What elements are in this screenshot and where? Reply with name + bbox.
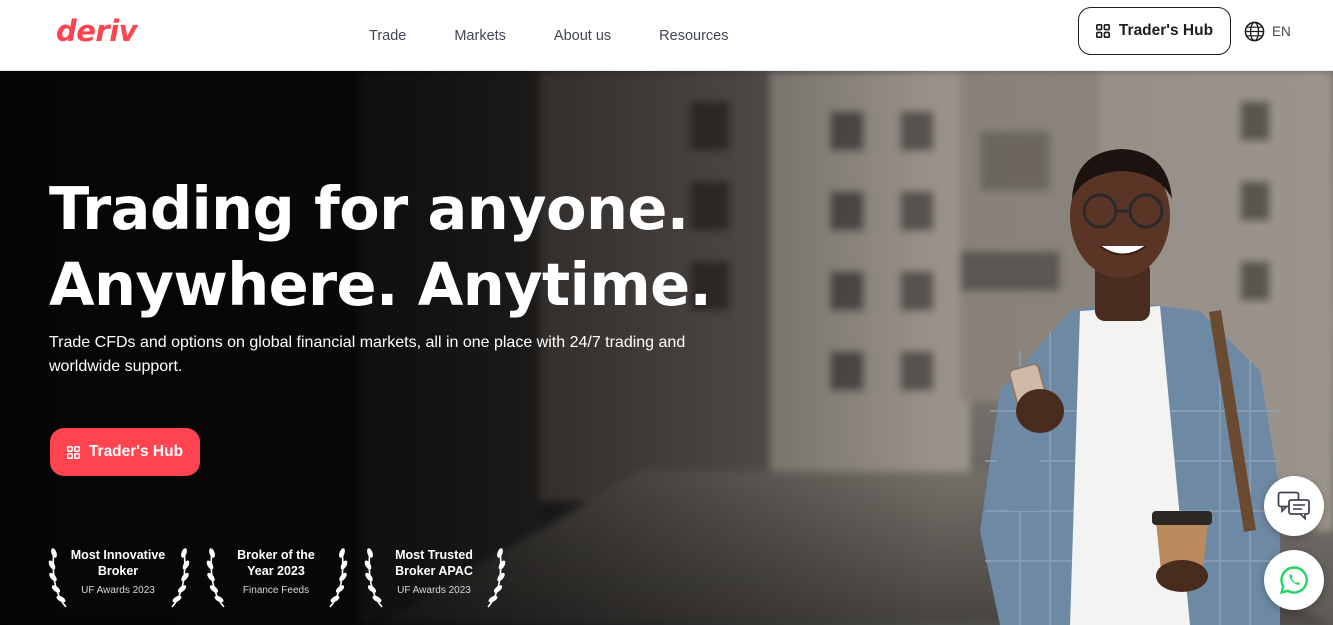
hero-subtitle: Trade CFDs and options on global financi… (49, 334, 686, 375)
hero-section: Trading for anyone. Anywhere. Anytime. T… (0, 71, 1333, 625)
live-chat-button[interactable] (1264, 476, 1324, 536)
grid-icon (1095, 24, 1110, 38)
main-nav: Trade Markets About us Resources (369, 0, 776, 71)
award-badge: Most Trusted Broker APAC UF Awards 2023 (364, 537, 506, 609)
award-title: Broker of the Year 2023 (237, 548, 315, 578)
language-code: EN (1272, 24, 1291, 39)
laurel-right-icon (487, 548, 506, 608)
award-source: UF Awards 2023 (81, 585, 155, 596)
award-badge: Broker of the Year 2023 Finance Feeds (206, 537, 348, 609)
traders-hub-cta-button[interactable]: Trader's Hub (50, 428, 200, 476)
nav-resources[interactable]: Resources (659, 28, 728, 44)
traders-hub-header-button[interactable]: Trader's Hub (1078, 7, 1231, 55)
hero-person-illustration (960, 111, 1300, 625)
globe-icon (1244, 21, 1265, 42)
award-badge: Most Innovative Broker UF Awards 2023 (48, 537, 190, 609)
hero-title-line-2: Anywhere. Anytime. (49, 250, 712, 319)
award-title: Most Trusted Broker APAC (395, 548, 473, 578)
laurel-left-icon (206, 548, 225, 608)
award-title: Most Innovative Broker (70, 548, 166, 578)
award-source: Finance Feeds (242, 585, 310, 596)
hero-title-line-1: Trading for anyone. (49, 174, 689, 243)
site-header: deriv Trade Markets About us Resources T… (0, 0, 1333, 71)
grid-icon (66, 445, 80, 459)
nav-trade[interactable]: Trade (369, 28, 406, 44)
traders-hub-cta-label: Trader's Hub (88, 443, 184, 460)
nav-markets[interactable]: Markets (454, 28, 506, 44)
laurel-right-icon (171, 548, 190, 608)
whatsapp-icon (1279, 566, 1308, 595)
laurel-left-icon (364, 548, 383, 608)
chat-icon (1277, 491, 1310, 521)
deriv-logo[interactable]: deriv (56, 14, 138, 48)
whatsapp-button[interactable] (1264, 550, 1324, 610)
award-source: UF Awards 2023 (397, 585, 471, 596)
language-selector[interactable]: EN (1244, 21, 1291, 42)
hero-title: Trading for anyone. Anywhere. Anytime. (49, 171, 749, 323)
traders-hub-header-label: Trader's Hub (1118, 22, 1214, 39)
laurel-left-icon (48, 548, 67, 608)
nav-about-us[interactable]: About us (554, 28, 611, 44)
laurel-right-icon (329, 548, 348, 608)
